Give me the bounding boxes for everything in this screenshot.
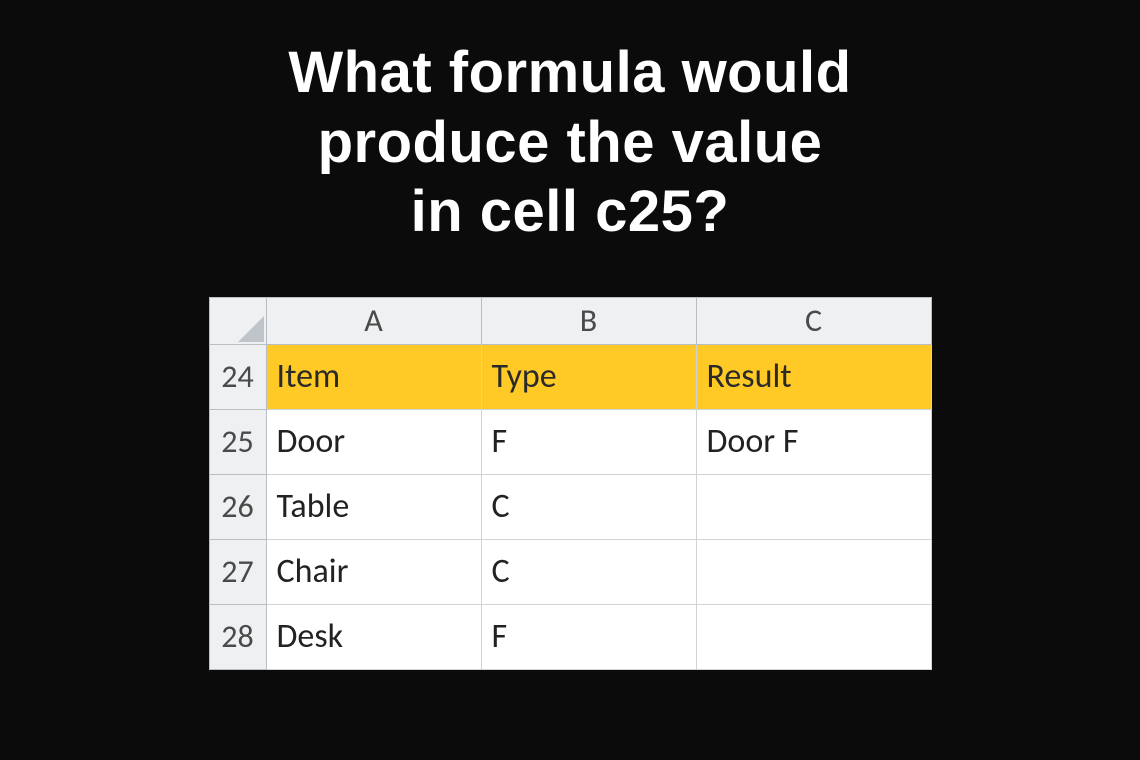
- cell-c24[interactable]: Result: [696, 344, 931, 409]
- row-header-26[interactable]: 26: [209, 474, 266, 539]
- cell-b27[interactable]: C: [481, 539, 696, 604]
- table-row: 25 Door F Door F: [209, 409, 931, 474]
- cell-c25[interactable]: Door F: [696, 409, 931, 474]
- cell-b25[interactable]: F: [481, 409, 696, 474]
- slide-stage: What formula would produce the value in …: [0, 0, 1140, 760]
- row-header-25[interactable]: 25: [209, 409, 266, 474]
- cell-a28[interactable]: Desk: [266, 604, 481, 669]
- column-header-row: A B C: [209, 297, 931, 344]
- cell-b24[interactable]: Type: [481, 344, 696, 409]
- table-row: 27 Chair C: [209, 539, 931, 604]
- column-header-b[interactable]: B: [481, 297, 696, 344]
- cell-a27[interactable]: Chair: [266, 539, 481, 604]
- column-header-c[interactable]: C: [696, 297, 931, 344]
- cell-a25[interactable]: Door: [266, 409, 481, 474]
- spreadsheet-table: A B C 24 Item Type Result 25 Door F Door…: [209, 297, 932, 670]
- select-all-corner[interactable]: [209, 297, 266, 344]
- question-text: What formula would produce the value in …: [288, 38, 851, 247]
- spreadsheet-container: A B C 24 Item Type Result 25 Door F Door…: [209, 297, 932, 670]
- table-row: 28 Desk F: [209, 604, 931, 669]
- row-header-27[interactable]: 27: [209, 539, 266, 604]
- cell-a24[interactable]: Item: [266, 344, 481, 409]
- row-header-28[interactable]: 28: [209, 604, 266, 669]
- cell-a26[interactable]: Table: [266, 474, 481, 539]
- column-header-a[interactable]: A: [266, 297, 481, 344]
- cell-c26[interactable]: [696, 474, 931, 539]
- row-header-24[interactable]: 24: [209, 344, 266, 409]
- select-all-triangle-icon: [238, 316, 264, 342]
- table-row: 26 Table C: [209, 474, 931, 539]
- question-line-2: produce the value: [318, 110, 823, 175]
- table-row: 24 Item Type Result: [209, 344, 931, 409]
- cell-c27[interactable]: [696, 539, 931, 604]
- question-line-3: in cell c25?: [411, 179, 730, 244]
- cell-c28[interactable]: [696, 604, 931, 669]
- cell-b26[interactable]: C: [481, 474, 696, 539]
- question-line-1: What formula would: [288, 40, 851, 105]
- cell-b28[interactable]: F: [481, 604, 696, 669]
